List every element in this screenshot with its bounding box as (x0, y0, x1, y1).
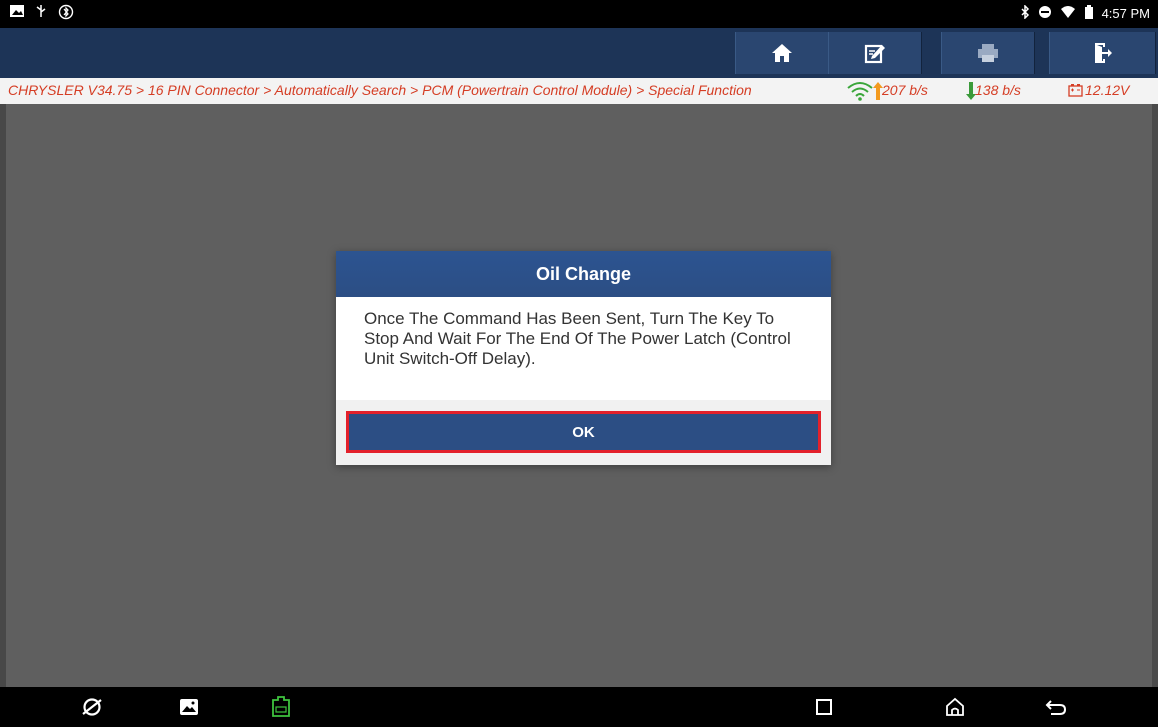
android-nav-bar (0, 687, 1158, 727)
dialog-title: Oil Change (336, 251, 831, 297)
battery-voltage-icon (1068, 84, 1083, 102)
status-time: 4:57 PM (1101, 6, 1150, 21)
back-button[interactable] (1044, 695, 1068, 719)
vci-button[interactable] (269, 695, 293, 719)
status-left (10, 4, 74, 20)
home-nav-button[interactable] (943, 695, 967, 719)
do-not-disturb-icon (1038, 5, 1052, 22)
breadcrumb: CHRYSLER V34.75 > 16 PIN Connector > Aut… (8, 82, 752, 98)
battery-icon (1084, 5, 1094, 22)
download-rate: 138 b/s (975, 82, 1021, 98)
home-button[interactable] (735, 32, 829, 74)
recent-apps-button[interactable] (812, 695, 836, 719)
gallery-button[interactable] (177, 695, 201, 719)
browser-button[interactable] (80, 695, 104, 719)
home-nav-icon (946, 697, 964, 716)
dialog-message: Once The Command Has Been Sent, Turn The… (364, 309, 791, 368)
usb-icon (34, 4, 48, 18)
print-button[interactable] (941, 32, 1035, 74)
status-bar: 4:57 PM (0, 0, 1158, 28)
signal-icon (846, 81, 874, 106)
recent-apps-icon (816, 699, 832, 715)
right-edge (1152, 104, 1158, 687)
path-bar: CHRYSLER V34.75 > 16 PIN Connector > Aut… (0, 78, 1158, 105)
gallery-icon (180, 699, 198, 715)
home-icon (772, 44, 792, 62)
left-edge (0, 104, 6, 687)
ok-button[interactable]: OK (346, 411, 821, 453)
bluetooth-service-icon (58, 4, 74, 20)
browser-icon (82, 698, 102, 716)
edit-icon (864, 44, 885, 64)
status-right: 4:57 PM (1020, 4, 1150, 22)
dialog-footer: OK (336, 400, 831, 465)
oil-change-dialog: Oil Change Once The Command Has Been Sen… (336, 251, 831, 465)
device-screen: 4:57 PM CHRYSLER V34.75 > 16 PIN Connect… (0, 0, 1158, 727)
print-icon (978, 44, 998, 62)
exit-button[interactable] (1049, 32, 1156, 74)
edit-button[interactable] (828, 32, 922, 74)
toolbar (0, 28, 1158, 78)
bluetooth-icon (1020, 4, 1030, 22)
upload-rate: 207 b/s (882, 82, 928, 98)
image-icon (10, 4, 24, 18)
voltage-readout: 12.12V (1085, 82, 1130, 98)
exit-icon (1094, 43, 1112, 63)
vci-icon (272, 696, 290, 717)
back-icon (1045, 700, 1067, 715)
wifi-icon (1060, 5, 1076, 22)
